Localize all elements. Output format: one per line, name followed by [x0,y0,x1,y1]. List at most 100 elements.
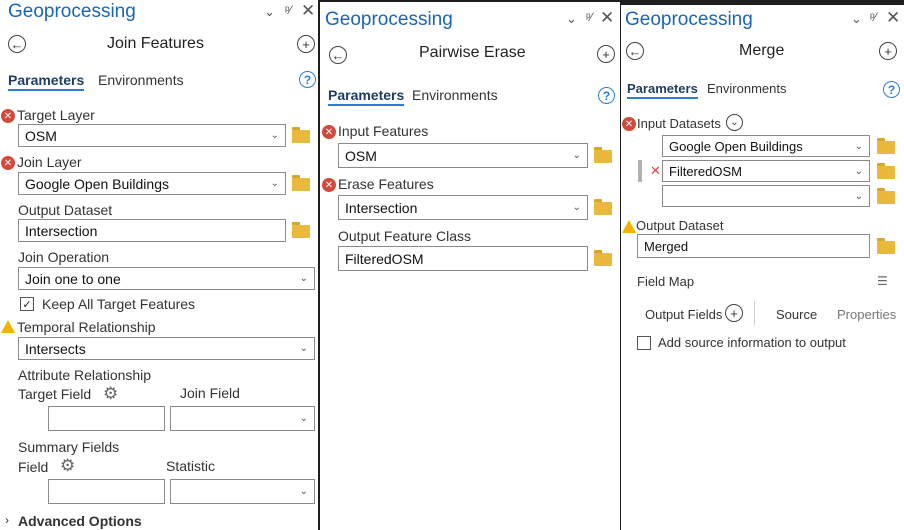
add-icon[interactable]: + [879,42,897,60]
tab-source[interactable]: Source [776,307,817,322]
back-arrow-icon[interactable]: ← [8,35,26,53]
temporal-relationship-label: Temporal Relationship [17,319,156,335]
add-icon[interactable]: + [725,304,743,322]
field-map-label: Field Map [637,274,695,289]
options-menu-icon[interactable]: ⌄ [851,11,862,27]
statistic-select[interactable]: ⌄ [170,479,315,504]
target-field-label: Target Field [18,386,92,402]
join-layer-label: Join Layer [17,154,82,170]
gear-icon[interactable]: ⚙ [103,385,118,402]
folder-icon[interactable] [877,191,895,204]
output-dataset-label: Output Dataset [636,218,724,233]
temporal-relationship-select[interactable]: Intersects ⌄ [18,337,315,360]
pane-title: Geoprocessing [8,1,136,22]
pairwise-erase-pane: Geoprocessing ⌄ ᵖ⁄ ✕ ← Pairwise Erase + … [320,2,620,530]
error-icon: ✕ [1,156,15,170]
join-layer-value: Google Open Buildings [25,175,169,192]
output-fields-label[interactable]: Output Fields [645,307,722,322]
folder-icon[interactable] [877,241,895,254]
join-operation-value: Join one to one [25,270,121,287]
join-features-pane: Geoprocessing ⌄ ᵖ⁄ ✕ ← Join Features + P… [0,0,318,530]
erase-features-value: Intersection [345,199,418,216]
keep-all-label: Keep All Target Features [42,296,196,312]
advanced-options-label[interactable]: Advanced Options [18,513,142,529]
tab-environments[interactable]: Environments [707,81,786,96]
tab-parameters[interactable]: Parameters [627,81,698,99]
output-dataset-value: Intersection [25,222,98,239]
tool-name: Join Features [107,35,204,52]
add-source-checkbox[interactable] [637,336,651,350]
input-features-value: OSM [345,147,377,164]
chevron-down-icon: ⌄ [270,130,279,141]
input-features-select[interactable]: OSM ⌄ [338,143,588,168]
folder-icon[interactable] [877,166,895,179]
folder-icon[interactable] [292,178,310,191]
close-icon[interactable]: ✕ [886,8,900,28]
join-operation-select[interactable]: Join one to one ⌄ [18,267,315,290]
add-icon[interactable]: + [597,45,615,63]
tab-environments[interactable]: Environments [98,72,184,88]
target-layer-select[interactable]: OSM ⌄ [18,124,286,147]
chevron-right-icon[interactable]: › [5,513,9,527]
input-dataset-row[interactable]: FilteredOSM ⌄ [662,160,870,182]
join-operation-label: Join Operation [18,249,110,265]
folder-icon[interactable] [877,141,895,154]
folder-icon[interactable] [292,130,310,143]
join-layer-select[interactable]: Google Open Buildings ⌄ [18,172,286,195]
input-features-label: Input Features [338,123,429,139]
options-menu-icon[interactable]: ⌄ [566,11,577,27]
help-icon[interactable]: ? [299,71,316,88]
folder-icon[interactable] [594,202,612,215]
row-drag-handle[interactable] [638,160,642,182]
input-dataset-row[interactable]: Google Open Buildings ⌄ [662,135,870,157]
tab-separator [754,301,755,325]
gear-icon[interactable]: ⚙ [60,457,75,474]
summary-field-input[interactable] [48,479,165,504]
tab-environments[interactable]: Environments [412,87,498,103]
pin-icon[interactable]: ᵖ⁄ [586,10,593,24]
chevron-down-icon: ⌄ [854,140,863,152]
error-icon: ✕ [1,109,15,123]
tab-parameters[interactable]: Parameters [8,72,85,91]
chevron-down-icon: ⌄ [854,165,863,177]
field-map-icon[interactable]: ☰ [877,275,888,287]
output-feature-class-input[interactable]: FilteredOSM [338,246,588,271]
erase-features-select[interactable]: Intersection ⌄ [338,195,588,220]
attribute-relationship-label: Attribute Relationship [18,367,152,383]
output-feature-class-label: Output Feature Class [338,228,472,244]
tool-name: Merge [739,42,785,59]
warning-icon [622,220,636,233]
folder-icon[interactable] [292,225,310,238]
tab-parameters[interactable]: Parameters [328,87,405,106]
error-icon: ✕ [322,178,336,192]
target-field-input[interactable] [48,406,165,431]
options-menu-icon[interactable]: ⌄ [264,4,275,20]
join-field-select[interactable]: ⌄ [170,406,315,431]
output-dataset-input[interactable]: Intersection [18,219,286,242]
back-arrow-icon[interactable]: ← [329,46,347,64]
add-icon[interactable]: + [297,35,315,53]
pin-icon[interactable]: ᵖ⁄ [870,10,877,24]
help-icon[interactable]: ? [598,87,615,104]
tab-properties[interactable]: Properties [837,307,896,322]
input-dataset-row[interactable]: ⌄ [662,185,870,207]
folder-icon[interactable] [594,150,612,163]
warning-icon [1,320,15,333]
remove-row-icon[interactable]: ✕ [650,163,661,179]
folder-icon[interactable] [594,253,612,266]
chevron-down-icon: ⌄ [299,413,308,424]
chevron-down-icon: ⌄ [299,486,308,497]
pin-icon[interactable]: ᵖ⁄ [285,3,292,17]
output-dataset-label: Output Dataset [18,202,113,218]
close-icon[interactable]: ✕ [600,8,614,28]
keep-all-checkbox[interactable]: ✓ [20,297,34,311]
chevron-down-icon[interactable]: ⌄ [726,114,743,131]
temporal-relationship-value: Intersects [25,340,86,357]
output-dataset-input[interactable]: Merged [637,234,870,258]
input-dataset-value: FilteredOSM [669,163,742,179]
close-icon[interactable]: ✕ [301,1,315,21]
output-feature-class-value: FilteredOSM [345,250,424,267]
add-source-label: Add source information to output [658,335,846,350]
help-icon[interactable]: ? [883,81,900,98]
back-arrow-icon[interactable]: ← [626,42,644,60]
